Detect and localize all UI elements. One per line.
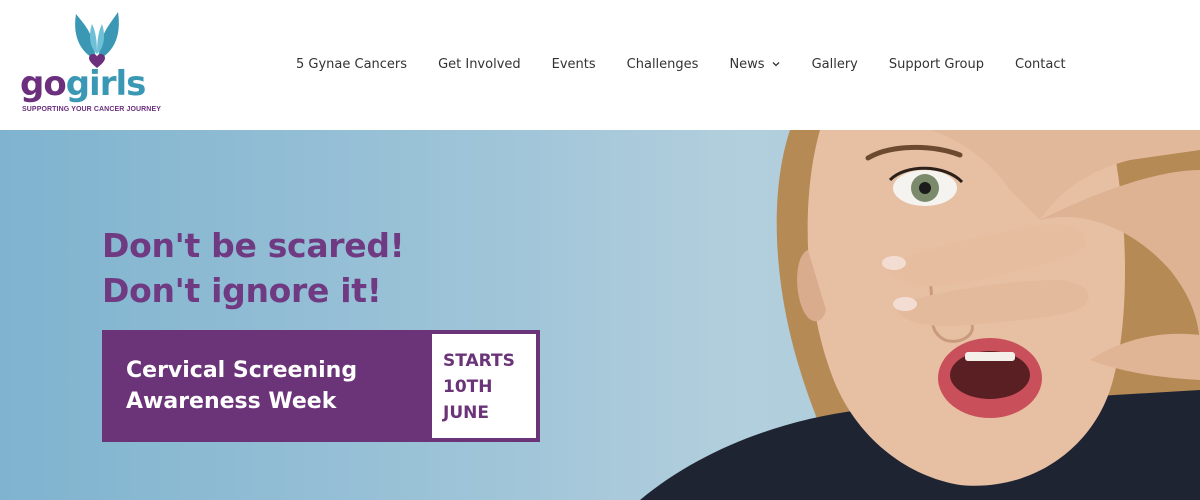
nav-item-label: Contact [1015,56,1066,72]
hero-photo-woman [640,130,1200,500]
headline-line-1: Don't be scared! [102,226,405,265]
banner-title: Cervical Screening Awareness Week [102,355,432,417]
nav-item-news[interactable]: News [729,57,780,72]
nav-item-label: 5 Gynae Cancers [296,56,408,72]
banner-title-line-1: Cervical Screening [126,358,358,383]
date-line-1: STARTS [443,351,515,371]
hero-banner: Don't be scared! Don't ignore it! Cervic… [0,130,1200,500]
nav-item-challenges[interactable]: Challenges [627,57,699,72]
nav-item-label: Events [551,56,596,72]
banner-title-line-2: Awareness Week [126,389,337,414]
nav-item-label: News [729,56,765,72]
logo-girls-text: girls [65,64,147,104]
logo-go-text: go [20,64,67,104]
date-line-2: 10TH [443,377,493,397]
site-logo[interactable]: gogirls SUPPORTING YOUR CANCER JOURNEY [18,8,162,120]
chevron-down-icon [772,62,780,67]
nav-item-contact[interactable]: Contact [1015,57,1066,72]
logo-tagline: SUPPORTING YOUR CANCER JOURNEY [22,106,162,113]
nav-item-events[interactable]: Events [552,57,596,72]
nav-item-5-gynae-cancers[interactable]: 5 Gynae Cancers [296,57,407,72]
site-header: gogirls SUPPORTING YOUR CANCER JOURNEY 5… [0,0,1200,130]
nav-item-label: Challenges [626,56,699,72]
start-date-box: STARTS 10TH JUNE [432,334,536,438]
date-line-3: JUNE [443,403,489,423]
nav-item-get-involved[interactable]: Get Involved [438,57,521,72]
nav-item-label: Support Group [888,56,984,72]
nav-item-label: Get Involved [438,56,521,72]
hero-headline: Don't be scared! Don't ignore it! [102,223,405,313]
headline-line-2: Don't ignore it! [102,271,382,310]
nav-item-gallery[interactable]: Gallery [812,57,858,72]
screening-week-banner: Cervical Screening Awareness Week STARTS… [102,330,540,442]
nav-item-label: Gallery [811,56,858,72]
main-nav: 5 Gynae Cancers Get Involved Events Chal… [296,53,1066,75]
nav-item-support-group[interactable]: Support Group [889,57,984,72]
logo-wordmark: gogirls [20,64,147,104]
